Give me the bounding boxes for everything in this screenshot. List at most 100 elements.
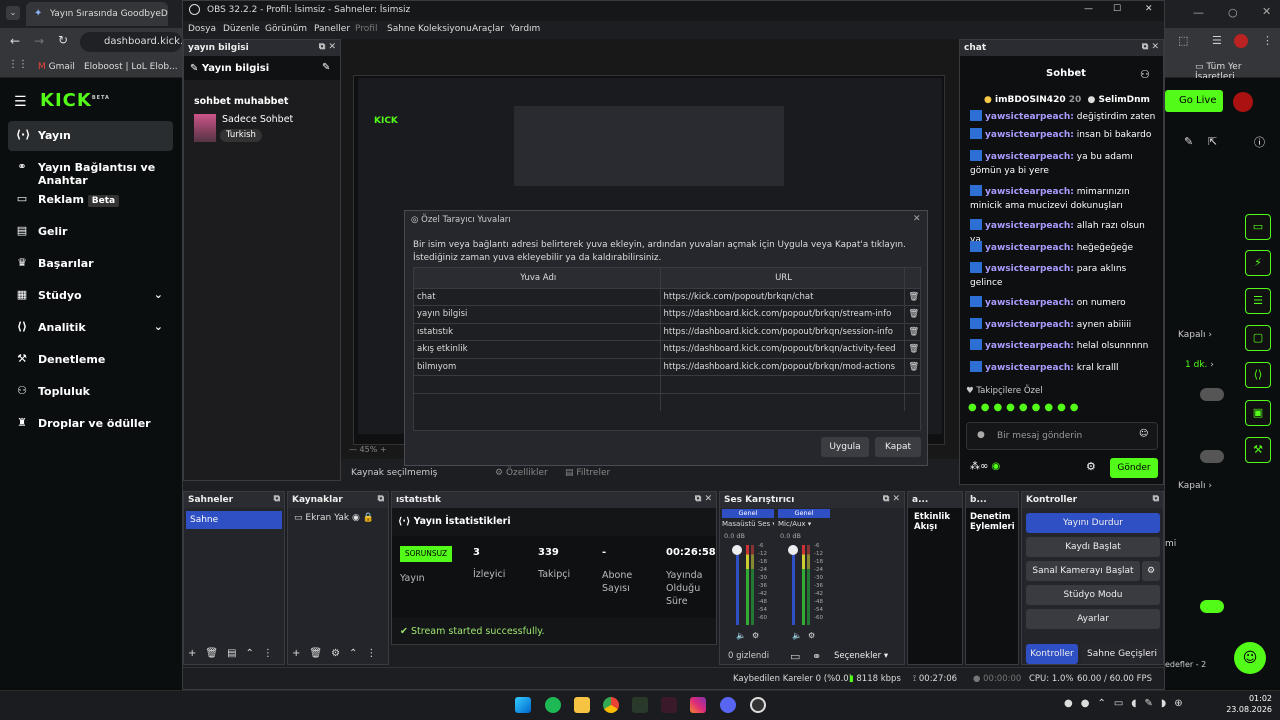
windows-start-icon[interactable] [515,697,531,713]
stop-stream-button[interactable]: Yayını Durdur [1026,513,1160,533]
kick-nav-item-2[interactable]: ▭ Reklam Beta [8,185,173,215]
dock-row[interactable] [414,375,920,394]
kick-setting-2[interactable]: 1 dk. › [1185,360,1214,370]
menu-0[interactable]: Dosya [188,24,216,34]
address-bar[interactable]: dashboard.kick.com [80,32,182,52]
chat-users-icon[interactable]: ⚇ [1140,68,1150,81]
delete-icon[interactable]: 🗑 [904,358,920,376]
hamburger-icon[interactable]: ☰ [14,94,27,110]
menu-3[interactable]: Paneller [314,24,350,34]
controls-undock-icon[interactable]: ⧉ [1153,494,1159,504]
dock-row[interactable]: bilmıyom https://dashboard.kick.com/popou… [414,358,920,376]
chat-username[interactable]: yawsictearpeach: [985,298,1074,308]
chat-settings-icon[interactable]: ⚙ [1086,460,1096,473]
mute-icon[interactable]: 🔈 [792,631,802,640]
studio-mode-button[interactable]: Stüdyo Modu [1026,585,1160,605]
info-icon[interactable]: ⓘ [1254,134,1265,150]
menu-7[interactable]: Yardım [510,24,540,34]
tab-scene-transitions[interactable]: Sahne Geçişleri [1082,644,1162,664]
spotify-icon[interactable] [545,697,561,713]
virtual-camera-settings-icon[interactable]: ⚙ [1142,561,1160,581]
dock-row[interactable]: ıstatıstık https://dashboard.kick.com/pop… [414,323,920,341]
toggle-2[interactable] [1200,450,1224,463]
toggle-1[interactable] [1200,388,1224,401]
support-fab[interactable]: ☺ [1234,642,1266,674]
obs-taskbar-icon[interactable] [750,697,766,713]
apps-grid-icon[interactable]: ⋮⋮ [8,59,28,70]
kick-nav-item-7[interactable]: ⚒ Denetleme [8,345,173,375]
dock-url-cell[interactable] [660,393,905,411]
delete-icon[interactable]: 🗑 [904,340,920,359]
chat-username[interactable]: yawsictearpeach: [985,243,1074,253]
file-explorer-icon[interactable] [574,697,590,713]
stats-dock-controls-icon[interactable]: ⧉ ✕ [695,494,712,504]
browser-tab[interactable]: ✦ Yayın Sırasında GoodbyeDPI Sc [26,2,168,26]
tab-search-icon[interactable]: ⌄ [6,6,20,20]
menu-6[interactable]: Araçlar [472,24,504,34]
channel-name[interactable]: Masaüstü Ses ▾ [722,520,774,528]
start-recording-button[interactable]: Kaydı Başlat [1026,537,1160,557]
chrome-icon[interactable] [603,697,619,713]
kick-setting-3[interactable]: Kapalı › [1178,481,1212,491]
chat-username[interactable]: yawsictearpeach: [985,187,1074,197]
source-item[interactable]: ▭ Ekran Yak ◉ 🔒 [290,513,386,529]
apply-button[interactable]: Uygula [821,437,869,457]
sources-undock-icon[interactable]: ⧉ [378,494,384,504]
volume-fader[interactable] [792,545,795,625]
delete-icon[interactable]: 🗑 [904,305,920,324]
edit-info-icon[interactable]: ✎ [322,62,330,73]
chat-username[interactable]: yawsictearpeach: [985,152,1074,162]
obs-maximize-icon[interactable]: ☐ [1113,4,1121,14]
fader-handle[interactable] [788,545,798,555]
menu-4[interactable]: Profil [355,24,377,34]
kick-avatar[interactable] [1233,92,1253,112]
dock-url-cell[interactable]: https://dashboard.kick.com/popout/brkqn/… [660,340,905,359]
discord-icon[interactable] [720,697,736,713]
chat-username[interactable]: yawsictearpeach: [985,112,1074,122]
kick-nav-item-9[interactable]: ♜ Droplar ve ödüller [8,409,173,439]
extensions-icon[interactable]: ⬚ [1178,34,1188,47]
mute-icon[interactable]: 🔈 [736,631,746,640]
filters-button[interactable]: ▤ Filtreler [565,468,610,478]
dock-controls-icon[interactable]: ⧉ ✕ [319,42,336,52]
channel-settings-icon[interactable]: ⚙ [808,631,815,640]
message-btn[interactable]: ▢ [1245,325,1271,351]
send-button[interactable]: Gönder [1110,458,1158,478]
back-icon[interactable]: ← [10,34,20,48]
dock-row[interactable]: chat https://kick.com/popout/brkqn/chat 🗑 [414,288,920,306]
browser-close-icon[interactable]: ✕ [1262,5,1271,18]
mixer-layout-icon[interactable]: ▭ [790,650,800,663]
list-btn[interactable]: ☰ [1245,288,1271,314]
lightning-btn[interactable]: ⚡ [1245,250,1271,276]
reload-icon[interactable]: ↻ [58,33,68,47]
kick-nav-item-0[interactable]: ⟨·⟩ Yayın [8,121,173,151]
kick-nav-item-8[interactable]: ⚇ Topluluk [8,377,173,407]
dialog-close-icon[interactable]: ✕ [913,214,921,224]
dock-row[interactable]: yayın bilgisi https://dashboard.kick.com/… [414,305,920,324]
dock-url-cell[interactable] [660,375,905,394]
lock-icon[interactable]: 🔒 [363,513,374,523]
kick-nav-item-4[interactable]: ♛ Başarılar [8,249,173,279]
kick-nav-item-5[interactable]: ▦ Stüdyo ⌄ [8,281,173,311]
chat-username[interactable]: yawsictearpeach: [985,130,1074,140]
layout-btn[interactable]: ▣ [1245,400,1271,426]
chrome-menu-icon[interactable]: ⋮ [1262,34,1273,47]
kick-nav-item-1[interactable]: ⚭ Yayın Bağlantısı ve Anahtar [8,153,173,188]
menu-1[interactable]: Düzenle [223,24,260,34]
dock-name-cell[interactable]: akış etkinlik [414,340,661,359]
chat-dock-controls-icon[interactable]: ⧉ ✕ [1142,42,1159,52]
bookmark-eloboost[interactable]: Eloboost | LoL Elob... [84,62,178,72]
edit-icon[interactable]: ✎ [1184,135,1193,148]
emoji-icon[interactable]: ☺ [1139,429,1148,439]
popout-icon[interactable]: ⇱ [1208,135,1217,148]
obs-minimize-icon[interactable]: — [1084,4,1093,14]
bookmark-gmail[interactable]: M Gmail [38,62,75,72]
tools-btn[interactable]: ⚒ [1245,437,1271,463]
chat-username[interactable]: yawsictearpeach: [985,320,1074,330]
app-icon-2[interactable] [661,697,677,713]
instagram-icon[interactable] [690,697,706,713]
chat-username[interactable]: yawsictearpeach: [985,341,1074,351]
menu-2[interactable]: Görünüm [265,24,307,34]
clock[interactable]: 01:02 23.08.2026 [1226,693,1272,715]
dock-name-cell[interactable]: bilmıyom [414,358,661,376]
